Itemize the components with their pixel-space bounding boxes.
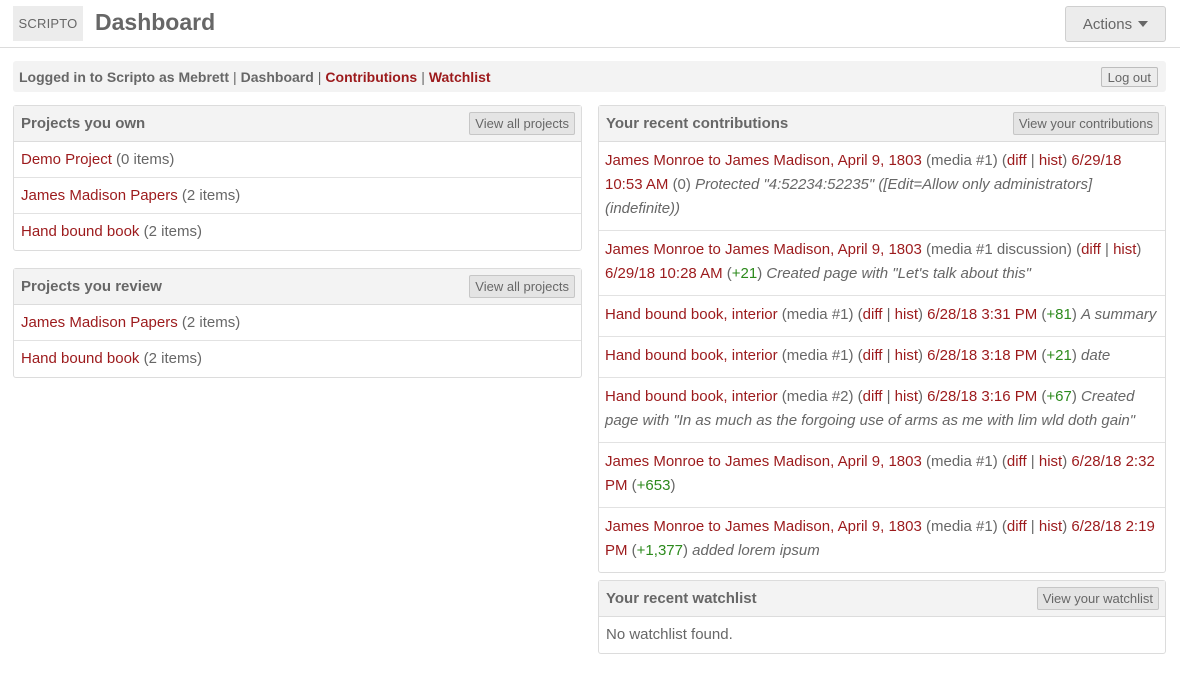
contribution-row: Hand bound book, interior (media #2) (di… <box>599 378 1165 443</box>
brand-logo[interactable]: SCRIPTO <box>13 6 83 41</box>
edit-summary: Created page with "Let's talk about this… <box>766 265 1031 282</box>
page-title: Dashboard <box>95 9 216 35</box>
size-change: +21 <box>1046 347 1072 364</box>
view-all-projects-button[interactable]: View all projects <box>469 275 575 298</box>
hist-link[interactable]: hist <box>1113 241 1136 258</box>
page-link[interactable]: Hand bound book, interior <box>605 347 778 364</box>
projects-own-panel: Projects you own View all projects Demo … <box>13 105 582 251</box>
contribution-row: Hand bound book, interior (media #1) (di… <box>599 296 1165 337</box>
watchlist-empty: No watchlist found. <box>606 626 733 643</box>
project-row: Hand bound book (2 items) <box>14 341 581 377</box>
diff-link[interactable]: diff <box>1007 453 1027 470</box>
media-label: (media #1) <box>926 453 998 470</box>
diff-link[interactable]: diff <box>863 347 883 364</box>
media-label: (media #1 discussion) <box>926 241 1072 258</box>
page-link[interactable]: James Monroe to James Madison, April 9, … <box>605 152 922 169</box>
media-label: (media #1) <box>926 518 998 535</box>
size-change: +67 <box>1046 388 1072 405</box>
edit-summary: date <box>1081 347 1111 364</box>
diff-link[interactable]: diff <box>863 388 883 405</box>
page-link[interactable]: James Monroe to James Madison, April 9, … <box>605 241 922 258</box>
contribution-row: James Monroe to James Madison, April 9, … <box>599 443 1165 508</box>
panel-title: Your recent contributions <box>606 115 789 132</box>
user-bar: Logged in to Scripto as Mebrett | Dashbo… <box>13 61 1166 92</box>
media-label: (media #1) <box>781 306 854 323</box>
project-link[interactable]: Demo Project <box>21 151 112 168</box>
watchlist-panel: Your recent watchlist View your watchlis… <box>598 580 1166 654</box>
edit-summary: A summary <box>1081 306 1157 323</box>
hist-link[interactable]: hist <box>1039 453 1062 470</box>
diff-link[interactable]: diff <box>863 306 883 323</box>
logged-in-text: Logged in to Scripto as Mebrett <box>19 68 230 85</box>
contribution-row: Hand bound book, interior (media #1) (di… <box>599 337 1165 378</box>
page-link[interactable]: Hand bound book, interior <box>605 388 778 405</box>
view-watchlist-button[interactable]: View your watchlist <box>1036 587 1159 610</box>
hist-link[interactable]: hist <box>895 347 918 364</box>
diff-link[interactable]: diff <box>1007 152 1027 169</box>
project-row: Hand bound book (2 items) <box>14 214 581 250</box>
hist-link[interactable]: hist <box>1039 152 1062 169</box>
size-label: (0) <box>672 176 691 193</box>
project-count: (2 items) <box>181 187 241 204</box>
panel-title: Projects you review <box>21 278 162 295</box>
contributions-list: James Monroe to James Madison, April 9, … <box>599 142 1165 572</box>
timestamp-link[interactable]: 6/28/18 3:18 PM <box>927 347 1037 364</box>
page-link[interactable]: James Monroe to James Madison, April 9, … <box>605 453 922 470</box>
project-count: (2 items) <box>181 314 241 331</box>
actions-label: Actions <box>1082 15 1133 33</box>
caret-down-icon <box>1138 21 1149 27</box>
panel-title: Projects you own <box>21 115 146 132</box>
diff-link[interactable]: diff <box>1007 518 1027 535</box>
page-link[interactable]: Hand bound book, interior <box>605 306 778 323</box>
timestamp-link[interactable]: 6/28/18 3:31 PM <box>927 306 1037 323</box>
hist-link[interactable]: hist <box>895 306 918 323</box>
project-link[interactable]: Hand bound book <box>21 350 139 367</box>
project-link[interactable]: James Madison Papers <box>21 314 178 331</box>
panel-header: Projects you own View all projects <box>14 106 581 142</box>
media-label: (media #1) <box>926 152 998 169</box>
logout-button[interactable]: Log out <box>1100 67 1158 87</box>
panel-header: Your recent watchlist View your watchlis… <box>599 581 1165 617</box>
dashboard-current: Dashboard <box>240 68 314 85</box>
project-count: (2 items) <box>143 350 202 367</box>
separator: | <box>421 68 425 85</box>
contributions-panel: Your recent contributions View your cont… <box>598 105 1166 573</box>
size-change: +653 <box>636 477 671 494</box>
media-label: (media #2) <box>781 388 854 405</box>
panel-header: Your recent contributions View your cont… <box>599 106 1165 142</box>
size-change: +1,377 <box>636 542 683 559</box>
size-change: +21 <box>731 265 758 282</box>
contributions-link[interactable]: Contributions <box>325 69 417 85</box>
watchlist-link[interactable]: Watchlist <box>429 69 491 85</box>
size-change: +81 <box>1046 306 1072 323</box>
project-row: James Madison Papers (2 items) <box>14 178 581 214</box>
project-link[interactable]: Hand bound book <box>21 223 139 240</box>
separator: | <box>317 68 322 85</box>
contribution-row: James Monroe to James Madison, April 9, … <box>599 231 1165 296</box>
view-all-projects-button[interactable]: View all projects <box>469 112 575 135</box>
view-contributions-button[interactable]: View your contributions <box>1012 112 1159 135</box>
hist-link[interactable]: hist <box>1039 518 1062 535</box>
hist-link[interactable]: hist <box>895 388 918 405</box>
project-row: James Madison Papers (2 items) <box>14 305 581 341</box>
contribution-row: James Monroe to James Madison, April 9, … <box>599 142 1165 231</box>
project-count: (0 items) <box>116 151 175 168</box>
top-bar: SCRIPTO Dashboard Actions <box>0 0 1180 48</box>
diff-link[interactable]: diff <box>1081 241 1101 258</box>
contribution-row: James Monroe to James Madison, April 9, … <box>605 518 1155 559</box>
panel-title: Your recent watchlist <box>606 590 757 607</box>
actions-button[interactable]: Actions <box>1065 6 1166 42</box>
project-row: Demo Project (0 items) <box>14 142 581 178</box>
panel-header: Projects you review View all projects <box>14 269 581 305</box>
media-label: (media #1) <box>781 347 854 364</box>
timestamp-link[interactable]: 6/28/18 3:16 PM <box>927 388 1037 405</box>
project-count: (2 items) <box>143 223 202 240</box>
projects-review-panel: Projects you review View all projects Ja… <box>13 268 582 378</box>
timestamp-link[interactable]: 6/29/18 10:28 AM <box>605 265 723 282</box>
project-link[interactable]: James Madison Papers <box>21 187 178 204</box>
edit-summary: added lorem ipsum <box>692 542 820 559</box>
separator: | <box>233 68 237 85</box>
page-link[interactable]: James Monroe to James Madison, April 9, … <box>605 518 922 535</box>
